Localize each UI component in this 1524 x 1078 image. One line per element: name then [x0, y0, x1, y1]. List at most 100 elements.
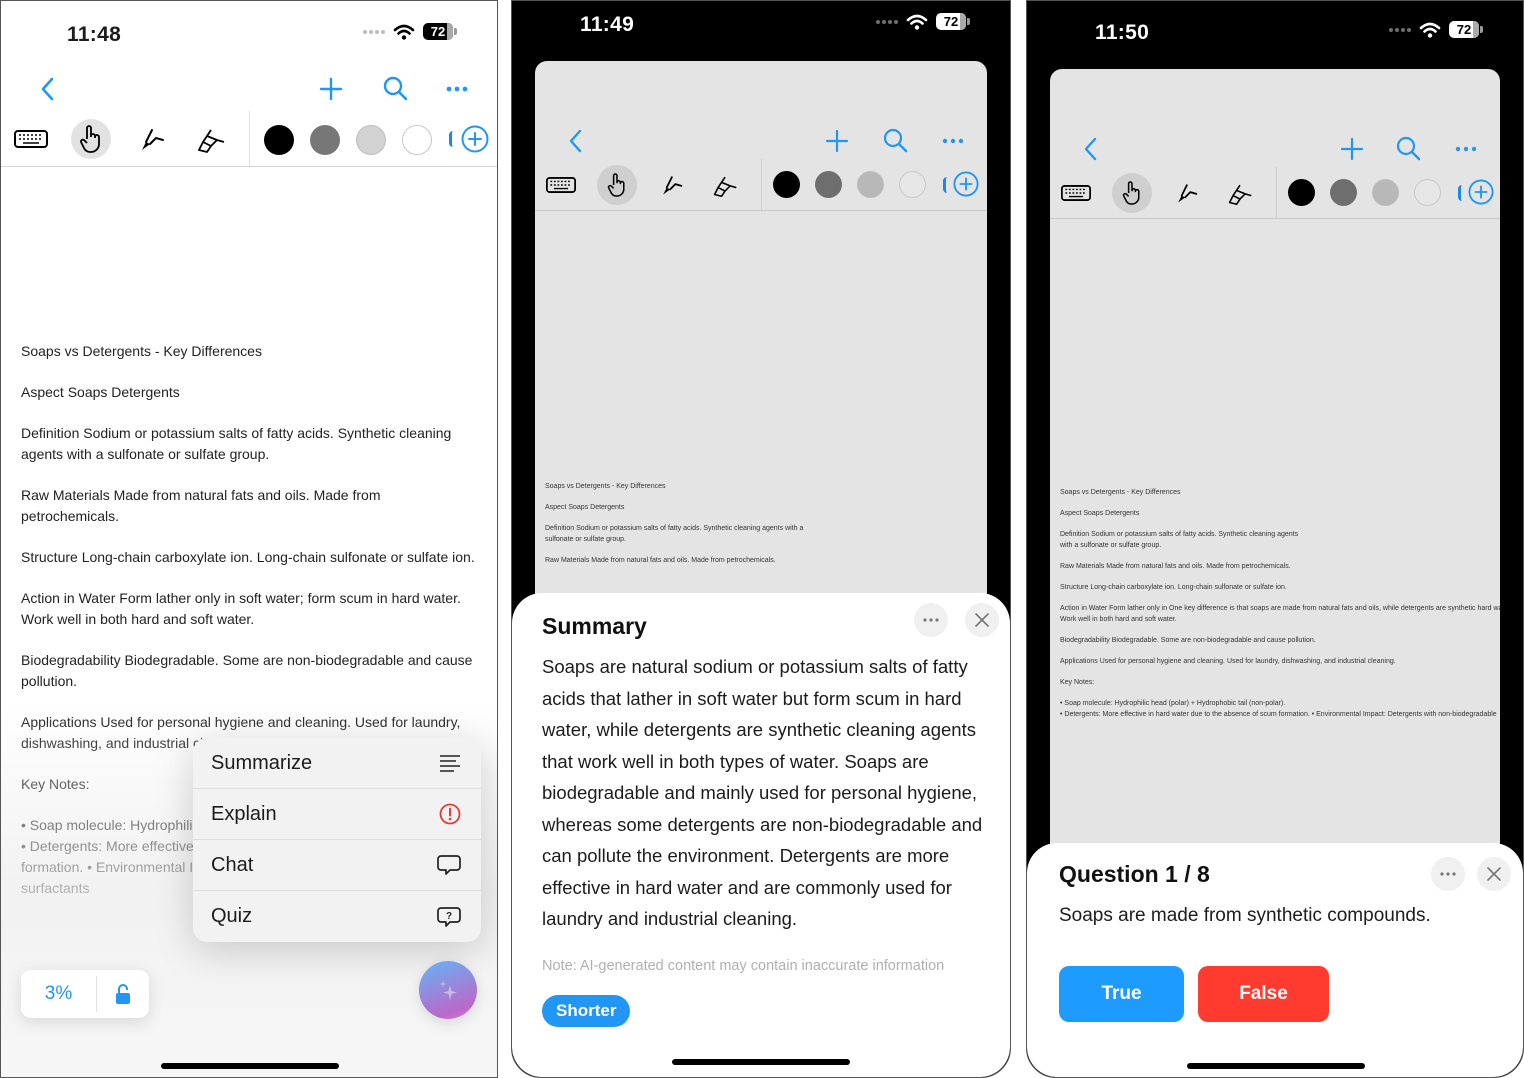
keyboard-tool[interactable] [1056, 173, 1096, 213]
doc-paragraph: Soaps vs Detergents - Key Differences [21, 343, 262, 359]
color-swatch-partial[interactable] [943, 177, 947, 193]
doc-paragraph: Soaps vs Detergents - Key Differences [1060, 489, 1181, 496]
more-options-icon[interactable] [939, 127, 967, 155]
menu-item-quiz[interactable]: Quiz ? [193, 891, 481, 942]
color-swatch-dark-gray[interactable] [310, 125, 340, 155]
more-options-icon[interactable] [443, 75, 471, 103]
doc-paragraph: Action in Water Form lather only in One … [1060, 605, 1500, 623]
zoom-level[interactable]: 3% [21, 976, 97, 1012]
unlock-icon [116, 984, 130, 1004]
battery-indicator: 72 [1449, 21, 1483, 38]
color-swatch-black[interactable] [1288, 179, 1315, 206]
close-icon [975, 613, 989, 627]
back-chevron-icon[interactable] [37, 75, 59, 103]
back-chevron-icon[interactable] [565, 127, 587, 155]
shorter-button[interactable]: Shorter [542, 995, 631, 1027]
toolbar-divider [761, 159, 762, 210]
question-bubble-icon: ? [437, 906, 461, 927]
svg-text:?: ? [446, 911, 452, 922]
menu-item-summarize[interactable]: Summarize [193, 738, 481, 789]
color-swatch-light-gray[interactable] [356, 125, 386, 155]
keyboard-tool[interactable] [11, 119, 51, 159]
battery-indicator: 72 [936, 13, 970, 30]
summary-more-button[interactable] [914, 603, 948, 637]
screen-1-document-with-ai-menu: 11:48 72 Soaps vs Detergents - Key Diffe… [0, 0, 498, 1078]
add-color-icon[interactable] [461, 125, 489, 153]
hand-tool[interactable] [597, 165, 637, 205]
doc-paragraph: Raw Materials Made from natural fats and… [545, 557, 776, 564]
pen-tool[interactable] [651, 165, 691, 205]
background-document-card: Soaps vs Detergents - Key Differences As… [535, 61, 987, 621]
keyboard-icon [1061, 185, 1091, 201]
doc-paragraph: Key Notes: [1060, 679, 1095, 686]
color-swatch-light-gray[interactable] [857, 171, 884, 198]
document-body: Soaps vs Detergents - Key Differences As… [545, 481, 817, 576]
hand-pointer-icon [80, 125, 100, 153]
highlighter-icon [713, 176, 737, 198]
color-swatch-white[interactable] [402, 125, 432, 155]
back-chevron-icon[interactable] [1080, 135, 1102, 163]
color-swatch-partial[interactable] [449, 131, 453, 147]
add-icon[interactable] [317, 75, 345, 103]
color-swatch-dark-gray[interactable] [1330, 179, 1357, 206]
pen-icon [1178, 184, 1198, 203]
highlighter-tool[interactable] [191, 119, 231, 159]
search-icon[interactable] [381, 74, 409, 102]
menu-item-chat[interactable]: Chat [193, 840, 481, 891]
ellipsis-icon [923, 618, 939, 622]
background-document-card: Soaps vs Detergents - Key Differences As… [1050, 69, 1500, 869]
search-icon[interactable] [1394, 134, 1422, 162]
color-swatch-black[interactable] [773, 171, 800, 198]
menu-item-explain[interactable]: Explain [193, 789, 481, 840]
wifi-icon [906, 14, 928, 30]
doc-paragraph: Definition Sodium or potassium salts of … [545, 525, 804, 543]
highlighter-tool[interactable] [1220, 173, 1260, 213]
add-icon[interactable] [823, 127, 851, 155]
keyboard-tool[interactable] [541, 165, 581, 205]
ellipsis-icon [1440, 872, 1456, 876]
drawing-toolbar [1050, 167, 1500, 219]
summary-close-button[interactable] [965, 603, 999, 637]
battery-level: 72 [1456, 22, 1472, 37]
ai-assistant-button[interactable] [419, 961, 477, 1019]
quiz-question: Soaps are made from synthetic compounds. [1059, 905, 1431, 926]
add-icon[interactable] [1338, 135, 1366, 163]
quiz-close-button[interactable] [1477, 857, 1511, 891]
highlighter-tool[interactable] [705, 165, 745, 205]
sparkle-icon [439, 980, 457, 1000]
color-swatch-white[interactable] [1414, 179, 1441, 206]
chat-bubble-icon [437, 855, 461, 875]
screen-3-quiz-sheet: 11:50 72 Soaps vs Detergents - Key Diffe… [1026, 0, 1524, 1078]
summary-body: Soaps are natural sodium or potassium sa… [542, 656, 983, 929]
doc-paragraph: Soaps vs Detergents - Key Differences [545, 483, 666, 490]
add-color-icon[interactable] [953, 171, 979, 197]
nav-bar [535, 119, 987, 163]
highlighter-icon [198, 129, 225, 153]
pen-tool[interactable] [131, 119, 171, 159]
color-swatch-dark-gray[interactable] [815, 171, 842, 198]
wifi-icon [393, 24, 415, 40]
hand-tool[interactable] [71, 119, 111, 159]
pen-icon [663, 176, 683, 195]
lock-toggle[interactable] [97, 983, 149, 1005]
search-icon[interactable] [881, 126, 909, 154]
document-body: Soaps vs Detergents - Key Differences As… [1060, 487, 1500, 730]
pen-tool[interactable] [1166, 173, 1206, 213]
quiz-more-button[interactable] [1431, 857, 1465, 891]
answer-true-button[interactable]: True [1059, 966, 1184, 1022]
color-swatch-partial[interactable] [1458, 185, 1462, 201]
pen-icon [142, 129, 164, 150]
hand-tool[interactable] [1112, 173, 1152, 213]
answer-false-button[interactable]: False [1198, 966, 1329, 1022]
more-options-icon[interactable] [1452, 135, 1480, 163]
doc-paragraph: Aspect Soaps Detergents [1060, 510, 1140, 517]
color-swatch-black[interactable] [264, 125, 294, 155]
nav-bar [1, 67, 497, 111]
color-swatch-light-gray[interactable] [1372, 179, 1399, 206]
keyboard-icon [546, 177, 576, 193]
wifi-icon [1419, 22, 1441, 38]
doc-paragraph: • Soap molecule: Hydrophilic head (polar… [1060, 700, 1497, 718]
battery-level: 72 [430, 24, 446, 39]
add-color-icon[interactable] [1468, 179, 1494, 205]
color-swatch-white[interactable] [899, 171, 926, 198]
